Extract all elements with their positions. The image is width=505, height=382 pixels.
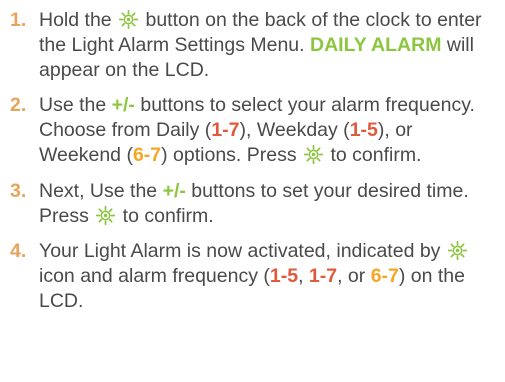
step-number: 1. — [10, 9, 27, 31]
plus-minus-label: +/- — [162, 179, 186, 202]
text-run: icon and alarm frequency ( — [39, 265, 270, 288]
step-text: Use the +/- buttons to select your alarm… — [39, 93, 495, 167]
sun-icon — [119, 10, 139, 29]
text-run: , — [298, 265, 309, 288]
text-run: Hold the — [39, 9, 118, 31]
frequency-weekday: 1-5 — [269, 265, 299, 288]
text-run: Use the — [39, 94, 112, 117]
frequency-weekend: 6-7 — [132, 143, 162, 166]
step-text: Next, Use the +/- buttons to set your de… — [39, 179, 495, 229]
instruction-page: 1. Hold the button on the back of the cl… — [0, 0, 505, 382]
steps-list: 1. Hold the button on the back of the cl… — [10, 8, 495, 314]
sun-icon — [304, 144, 324, 164]
frequency-weekday: 1-5 — [349, 119, 378, 142]
sun-icon — [447, 241, 467, 261]
step-number: 3. — [10, 179, 27, 202]
step-4: 4. Your Light Alarm is now activated, in… — [10, 239, 495, 313]
text-run: Your Light Alarm is now activated, indic… — [39, 240, 446, 263]
text-run: Next, Use the — [39, 179, 163, 202]
daily-alarm-label: DAILY ALARM — [309, 33, 442, 56]
step-3: 3. Next, Use the +/- buttons to set your… — [10, 179, 495, 229]
plus-minus-label: +/- — [111, 94, 135, 117]
text-run: ) options. Press — [161, 143, 303, 166]
text-run: , or — [337, 265, 371, 288]
frequency-weekend: 6-7 — [370, 265, 399, 288]
step-2: 2. Use the +/- buttons to select your al… — [10, 93, 495, 167]
text-run: to confirm. — [325, 143, 422, 166]
step-text: Your Light Alarm is now activated, indic… — [39, 239, 495, 313]
frequency-daily: 1-7 — [308, 265, 338, 288]
step-number: 4. — [10, 240, 27, 263]
step-1: 1. Hold the button on the back of the cl… — [10, 8, 495, 82]
step-text: Hold the button on the back of the clock… — [39, 8, 495, 82]
text-run: to confirm. — [117, 204, 214, 227]
frequency-daily: 1-7 — [211, 119, 240, 142]
text-run: ), Weekday ( — [239, 119, 350, 142]
step-number: 2. — [10, 94, 27, 117]
sun-icon — [96, 205, 116, 225]
